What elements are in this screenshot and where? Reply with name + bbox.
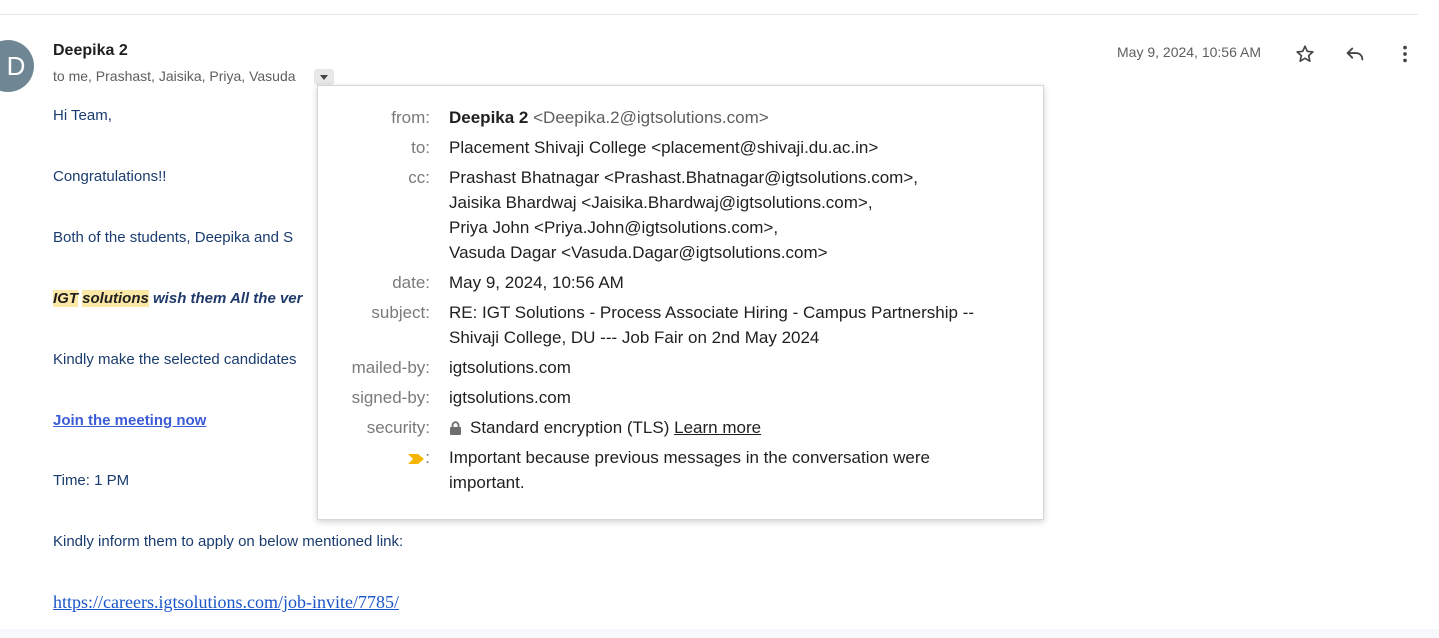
sender-name[interactable]: Deepika 2 bbox=[53, 42, 128, 60]
cc-entry: Jaisika Bhardwaj <Jaisika.Bhardwaj@igtso… bbox=[449, 193, 873, 212]
body-congrats: Congratulations!! bbox=[53, 168, 167, 185]
reply-button[interactable] bbox=[1341, 40, 1369, 68]
subject-label: subject: bbox=[371, 303, 430, 322]
highlight-igt: IGT bbox=[53, 290, 78, 307]
learn-more-link[interactable]: Learn more bbox=[674, 418, 761, 437]
to-label: to: bbox=[411, 138, 430, 157]
cc-entry: Priya John <Priya.John@igtsolutions.com>… bbox=[449, 218, 779, 237]
message-details-popup: from: Deepika 2 <Deepika.2@igtsolutions.… bbox=[317, 85, 1044, 520]
avatar[interactable]: D bbox=[0, 40, 34, 92]
mailed-by-value: igtsolutions.com bbox=[449, 358, 571, 377]
subject-line: Shivaji College, DU --- Job Fair on 2nd … bbox=[449, 328, 820, 347]
cc-entry: Vasuda Dagar <Vasuda.Dagar@igtsolutions.… bbox=[449, 243, 828, 262]
show-details-toggle[interactable] bbox=[314, 69, 334, 85]
star-button[interactable] bbox=[1291, 40, 1319, 68]
recipients-summary: to me, Prashast, Jaisika, Priya, Vasuda bbox=[53, 68, 296, 84]
lock-icon bbox=[450, 421, 461, 436]
subject-line: RE: IGT Solutions - Process Associate Hi… bbox=[449, 303, 974, 322]
body-wishes-line: IGT solutions wish them All the ver bbox=[53, 290, 303, 307]
from-label: from: bbox=[391, 108, 430, 127]
top-divider bbox=[0, 14, 1418, 15]
more-options-button[interactable] bbox=[1391, 40, 1419, 68]
to-value: Placement Shivaji College <placement@shi… bbox=[449, 138, 879, 157]
reply-icon bbox=[1346, 47, 1364, 61]
security-label: security: bbox=[366, 418, 430, 437]
star-icon bbox=[1296, 45, 1314, 62]
email-date: May 9, 2024, 10:56 AM bbox=[1117, 44, 1261, 60]
cc-entry: Prashast Bhatnagar <Prashast.Bhatnagar@i… bbox=[449, 168, 918, 187]
signed-by-label: signed-by: bbox=[351, 388, 430, 407]
join-meeting-link[interactable]: Join the meeting now bbox=[53, 412, 206, 429]
bottom-bar bbox=[0, 629, 1439, 638]
body-students-line: Both of the students, Deepika and S bbox=[53, 229, 294, 246]
mailed-by-label: mailed-by: bbox=[351, 358, 430, 377]
from-email: <Deepika.2@igtsolutions.com> bbox=[533, 108, 769, 127]
signed-by-value: igtsolutions.com bbox=[449, 388, 571, 407]
highlight-solutions: solutions bbox=[82, 290, 149, 307]
body-time: Time: 1 PM bbox=[53, 472, 130, 489]
importance-colon: : bbox=[425, 448, 430, 467]
body-greeting: Hi Team, bbox=[53, 107, 112, 124]
apply-url-link[interactable]: https://careers.igtsolutions.com/job-inv… bbox=[53, 592, 399, 613]
body-apply-text: Kindly inform them to apply on below men… bbox=[53, 533, 404, 550]
importance-text: important. bbox=[449, 473, 525, 492]
security-value: Standard encryption (TLS) bbox=[470, 418, 670, 437]
from-name: Deepika 2 bbox=[449, 108, 529, 127]
importance-text: Important because previous messages in t… bbox=[449, 448, 930, 467]
more-vert-icon bbox=[1403, 45, 1407, 63]
date-label: date: bbox=[392, 273, 430, 292]
cc-label: cc: bbox=[408, 168, 430, 187]
date-value: May 9, 2024, 10:56 AM bbox=[449, 273, 624, 292]
importance-marker-icon bbox=[408, 453, 425, 464]
body-selected-line: Kindly make the selected candidates bbox=[53, 351, 297, 368]
